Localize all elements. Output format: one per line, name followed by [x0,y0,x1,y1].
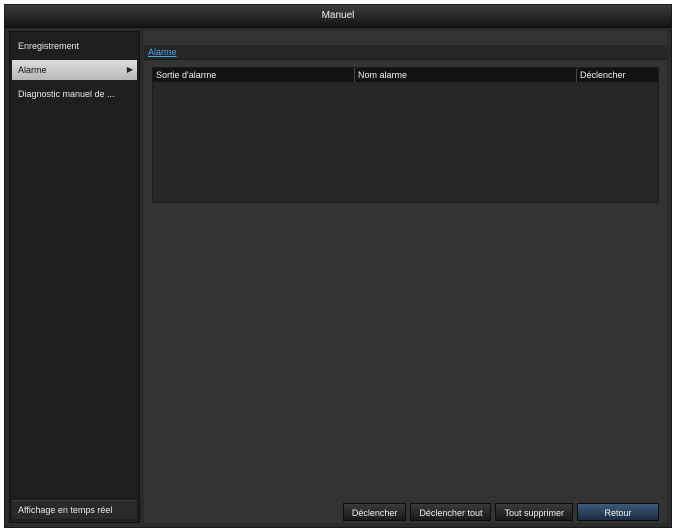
sidebar-item-recording[interactable]: Enregistrement [10,36,139,56]
sidebar-item-label: Alarme [18,65,47,75]
sidebar: Enregistrement Alarme ▶ Diagnostic manue… [9,31,140,523]
chevron-right-icon: ▶ [126,65,133,74]
sidebar-item-alarm[interactable]: Alarme ▶ [12,60,137,80]
trigger-all-button[interactable]: Déclencher tout [410,503,492,521]
column-header-trigger[interactable]: Déclencher [577,68,663,82]
action-buttons: Déclencher Déclencher tout Tout supprime… [342,503,659,521]
column-header-alarm-name[interactable]: Nom alarme [355,68,577,82]
back-button[interactable]: Retour [577,503,659,521]
main-panel: Alarme Sortie d'alarme Nom alarme Déclen… [144,31,667,523]
tab-alarm[interactable]: Alarme [148,45,177,59]
window-title: Manuel [5,5,671,28]
clear-all-button[interactable]: Tout supprimer [495,503,573,521]
tab-bar: Alarme [144,45,667,60]
trigger-button[interactable]: Déclencher [342,503,407,521]
live-view-button[interactable]: Affichage en temps réel [12,500,137,519]
alarm-output-table: Sortie d'alarme Nom alarme Déclencher [152,67,659,203]
sidebar-item-label: Enregistrement [18,41,80,51]
column-header-alarm-output[interactable]: Sortie d'alarme [153,68,355,82]
sidebar-item-manual-diagnostic[interactable]: Diagnostic manuel de ... [10,84,139,104]
table-header: Sortie d'alarme Nom alarme Déclencher [153,68,658,82]
sidebar-item-label: Diagnostic manuel de ... [18,89,115,99]
manual-window: Manuel Enregistrement Alarme ▶ Diagnosti… [4,4,672,528]
